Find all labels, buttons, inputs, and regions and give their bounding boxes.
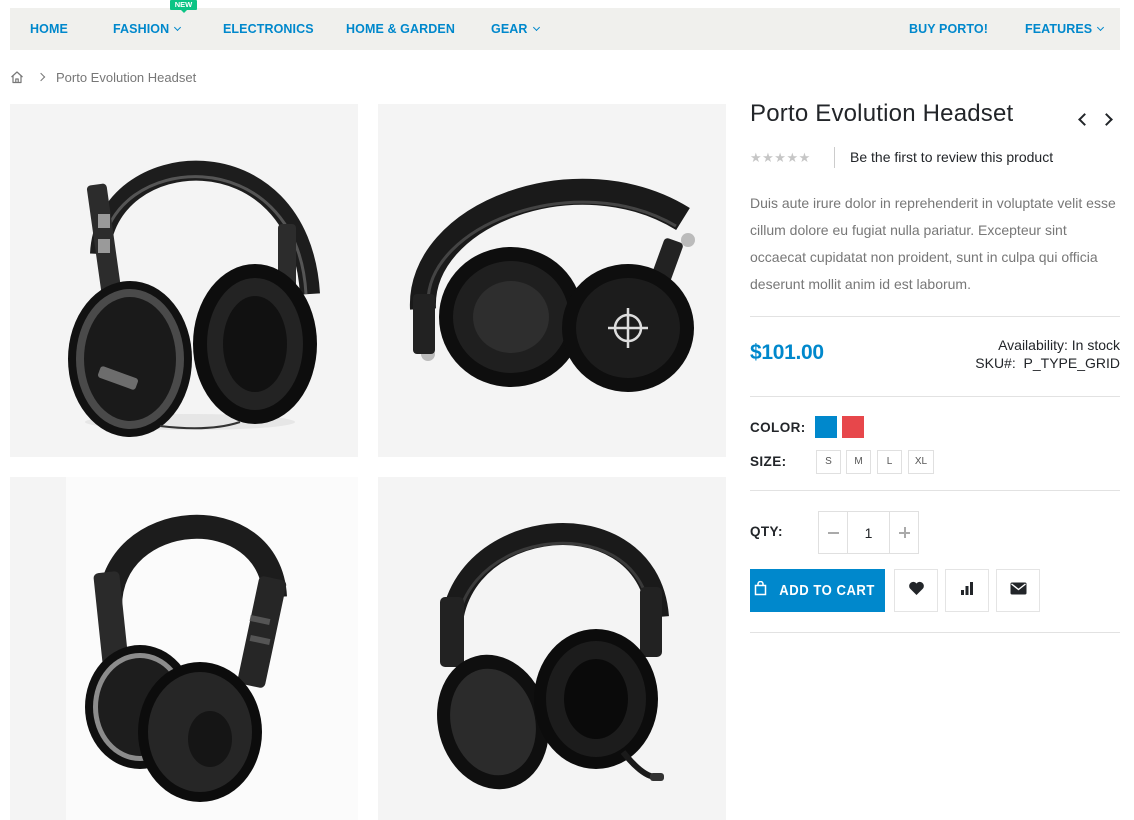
size-option-m[interactable]: M: [846, 450, 871, 474]
divider: [750, 316, 1120, 317]
prev-product-icon[interactable]: [1075, 109, 1091, 129]
product-price: $101.00: [750, 341, 824, 364]
nav-item-gear[interactable]: GEAR: [491, 8, 540, 50]
stock-info: Availability: In stock SKU#: P_TYPE_GRID: [975, 336, 1120, 372]
shopping-bag-icon: [754, 580, 767, 601]
sku-value: P_TYPE_GRID: [1023, 355, 1120, 371]
size-option-s[interactable]: S: [816, 450, 841, 474]
heart-icon: [908, 581, 925, 601]
nav-label: HOME: [30, 22, 68, 36]
nav-label: ELECTRONICS: [223, 22, 314, 36]
size-option-l[interactable]: L: [877, 450, 902, 474]
divider: [750, 632, 1120, 633]
sku-label: SKU#:: [975, 355, 1016, 371]
nav-item-home[interactable]: HOME: [30, 8, 68, 50]
envelope-icon: [1010, 582, 1027, 600]
rating-stars: ★★★★★: [750, 150, 811, 165]
color-label: COLOR:: [750, 420, 806, 435]
divider: [750, 396, 1120, 397]
next-product-icon[interactable]: [1100, 109, 1116, 129]
chart-icon: [959, 580, 975, 601]
email-button[interactable]: [996, 569, 1040, 612]
nav-label: FEATURES: [1025, 22, 1093, 36]
qty-input[interactable]: [848, 512, 889, 553]
nav-item-home-garden[interactable]: HOME & GARDEN: [346, 8, 455, 50]
color-swatch-blue[interactable]: [815, 416, 837, 438]
chevron-down-icon: [532, 23, 540, 32]
add-to-cart-label: ADD TO CART: [779, 582, 876, 599]
headset-image-2[interactable]: [378, 104, 726, 457]
compare-button[interactable]: [945, 569, 989, 612]
home-icon[interactable]: [10, 70, 24, 84]
size-label: SIZE:: [750, 454, 787, 469]
qty-label: QTY:: [750, 524, 783, 539]
breadcrumb: Porto Evolution Headset: [10, 67, 196, 87]
divider: [750, 490, 1120, 491]
chevron-right-icon: [36, 72, 46, 82]
add-to-cart-button[interactable]: ADD TO CART: [750, 569, 885, 612]
nav-label: BUY PORTO!: [909, 22, 989, 36]
quantity-stepper: [818, 511, 919, 554]
new-badge: NEW: [170, 0, 197, 13]
color-swatch-red[interactable]: [842, 416, 864, 438]
availability-value: In stock: [1071, 337, 1120, 353]
chevron-down-icon: [1097, 23, 1105, 32]
nav-item-fashion[interactable]: FASHION: [113, 8, 182, 50]
rating-divider: [834, 147, 835, 168]
product-title: Porto Evolution Headset: [750, 100, 1014, 127]
chevron-down-icon: [174, 23, 182, 32]
nav-label: HOME & GARDEN: [346, 22, 455, 36]
main-nav: HOME FASHION NEW ELECTRONICS HOME & GARD…: [10, 0, 1120, 50]
qty-decrease-button[interactable]: [819, 512, 848, 553]
headset-image-3[interactable]: [10, 477, 358, 820]
qty-increase-button[interactable]: [889, 512, 918, 553]
headset-image-4[interactable]: [378, 477, 726, 820]
nav-item-features[interactable]: FEATURES: [1025, 8, 1105, 50]
breadcrumb-current: Porto Evolution Headset: [56, 69, 197, 85]
availability-label: Availability:: [998, 337, 1068, 353]
nav-label: FASHION: [113, 22, 170, 36]
nav-item-buy-porto[interactable]: BUY PORTO!: [909, 8, 988, 50]
size-option-xl[interactable]: XL: [908, 450, 934, 474]
product-description: Duis aute irure dolor in reprehenderit i…: [750, 195, 1116, 292]
headset-image-1[interactable]: [10, 104, 358, 457]
wishlist-button[interactable]: [894, 569, 938, 612]
nav-item-electronics[interactable]: ELECTRONICS: [223, 8, 314, 50]
review-link[interactable]: Be the first to review this product: [850, 149, 1053, 165]
nav-label: GEAR: [491, 22, 528, 36]
